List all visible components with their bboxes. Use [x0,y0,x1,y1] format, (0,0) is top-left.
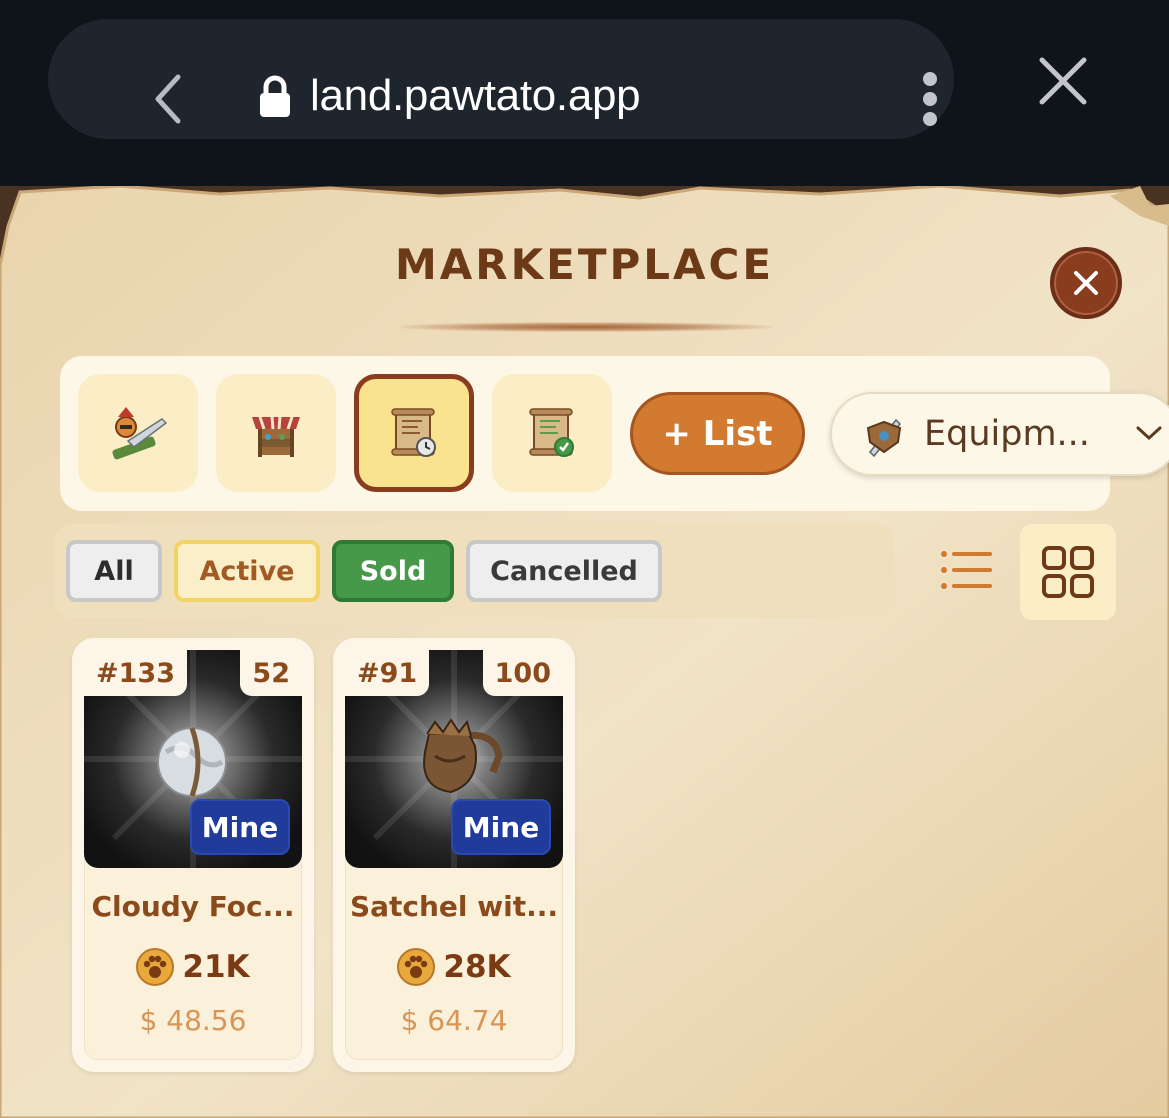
browser-bar: land.pawtato.app [0,0,1169,186]
price-row: 28K [333,948,575,986]
mine-tag: Mine [451,799,551,855]
price-row: 21K [72,948,314,986]
category-dropdown[interactable]: Equipm... [830,392,1169,476]
tab-equipment[interactable] [78,374,198,492]
filter-sold[interactable]: Sold [332,540,454,602]
scroll-check-icon [529,408,574,457]
close-modal-button[interactable] [1050,247,1122,319]
item-name: Cloudy Foc... [91,890,295,923]
tab-shop[interactable] [216,374,336,492]
item-card[interactable]: #133 52 Mine Cloudy Foc... 21K $ 48.56 [72,638,314,1072]
filter-cancelled[interactable]: Cancelled [466,540,662,602]
more-options-icon[interactable] [912,69,948,129]
cloudy-orb-icon [157,727,227,797]
item-count-badge: 52 [240,650,302,696]
paw-coin-icon [397,948,436,986]
back-arrow-icon[interactable] [144,67,194,131]
warrior-sword-icon [112,407,168,460]
item-price: 21K [182,949,250,985]
list-item-button[interactable]: + List [630,392,805,475]
page-title: Marketplace [394,240,775,289]
lock-icon [260,75,290,117]
list-view-icon[interactable] [938,548,994,592]
tab-my-listings[interactable] [354,374,474,492]
sword-shield-icon [866,418,902,458]
mine-tag: Mine [190,799,290,855]
category-selected: Equipm... [924,414,1090,454]
item-usd-price: $ 64.74 [400,1004,508,1037]
title-divider [400,322,772,332]
paw-coin-icon [136,948,175,986]
item-count-badge: 100 [482,650,563,696]
tab-completed[interactable] [492,374,612,492]
item-id-badge: #133 [84,650,187,696]
grid-view-icon [1042,546,1094,598]
close-tab-icon[interactable] [1036,54,1090,108]
grid-view-button[interactable] [1020,524,1116,620]
filter-active[interactable]: Active [174,540,320,602]
chevron-down-icon [1136,426,1162,441]
item-name: Satchel wit... [349,890,559,923]
item-usd-price: $ 48.56 [139,1004,247,1037]
url-text[interactable]: land.pawtato.app [310,71,641,121]
scroll-clock-icon [391,408,436,457]
market-stall-icon [252,416,300,457]
item-price: 28K [443,949,511,985]
item-card[interactable]: #91 100 Mine Satchel wit... 28K $ 64.74 [333,638,575,1072]
satchel-icon [423,718,503,794]
address-bar[interactable]: land.pawtato.app [48,19,954,139]
item-id-badge: #91 [345,650,430,696]
filter-all[interactable]: All [66,540,162,602]
close-icon [1074,271,1098,295]
